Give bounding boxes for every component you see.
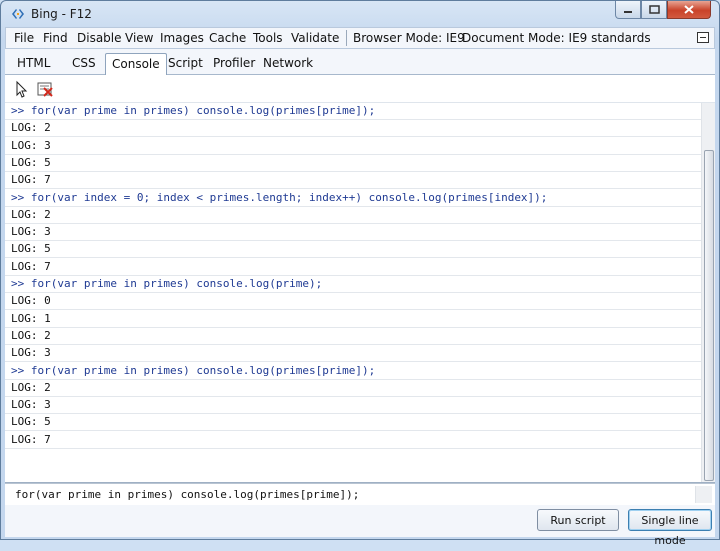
menu-file[interactable]: File — [14, 31, 34, 45]
console-log-line: LOG: 3 — [5, 138, 701, 155]
menu-browser-mode[interactable]: Browser Mode: IE9 — [353, 31, 465, 45]
console-log-line: LOG: 2 — [5, 380, 701, 397]
console-actions: Run script Single line mode — [5, 505, 715, 547]
run-script-button[interactable]: Run script — [537, 509, 619, 531]
console-output: LOG: 7 LOG: 5 LOG: 3 LOG: 2 >> for(var prime… — [5, 103, 715, 483]
console-log-line: LOG: 5 — [5, 241, 701, 259]
tab-script[interactable]: Script — [162, 53, 209, 74]
menu-separator — [346, 30, 347, 46]
console-command-line: >> for(var prime in primes) console.log(… — [5, 363, 701, 380]
console-input-area — [5, 483, 715, 505]
close-icon — [684, 5, 694, 14]
tab-html[interactable]: HTML — [11, 53, 56, 74]
scrollbar-thumb[interactable] — [704, 150, 714, 481]
ie-f12-icon — [12, 9, 24, 19]
console-command-line: >> for(var index = 0; index < primes.len… — [5, 190, 701, 207]
console-log-line: LOG: 2 — [5, 120, 701, 138]
maximize-button[interactable] — [641, 1, 667, 19]
console-command-line: >> for(var prime in primes) console.log(… — [5, 103, 701, 120]
console-log-line: LOG: 3 — [5, 345, 701, 363]
console-input[interactable] — [9, 486, 703, 503]
console-log-line: LOG: 7 — [5, 432, 701, 449]
menu-view[interactable]: View — [125, 31, 153, 45]
input-scrollbar[interactable] — [695, 486, 712, 503]
menu-validate[interactable]: Validate — [291, 31, 339, 45]
menu-find[interactable]: Find — [43, 31, 68, 45]
console-log-line: LOG: 7 — [5, 172, 701, 190]
minimize-icon — [624, 10, 632, 13]
collapse-menu-icon[interactable] — [697, 32, 709, 43]
tab-console[interactable]: Console — [105, 53, 167, 75]
console-log-line: LOG: 0 — [5, 293, 701, 311]
console-log-line: LOG: 2 — [5, 207, 701, 224]
title-bar[interactable]: Bing - F12 — [1, 1, 719, 27]
close-button[interactable] — [667, 1, 711, 19]
console-toolbar — [5, 75, 715, 103]
console-log-line: LOG: 2 — [5, 328, 701, 345]
tab-bar: HTML CSS Console Script Profiler Network — [5, 49, 715, 75]
console-log-line: LOG: 3 — [5, 224, 701, 242]
console-log-line: LOG: 7 — [5, 259, 701, 276]
window-title: Bing - F12 — [31, 7, 92, 21]
console-scrollbar[interactable] — [701, 103, 715, 482]
console-log-line: LOG: 1 — [5, 311, 701, 328]
single-line-mode-button[interactable]: Single line mode — [628, 509, 712, 547]
menu-document-mode[interactable]: Document Mode: IE9 standards — [462, 31, 651, 45]
maximize-icon — [648, 5, 660, 14]
console-log-line: LOG: 3 — [5, 397, 701, 415]
devtools-window: Bing - F12 File Find Disable View Images… — [0, 0, 720, 547]
menu-images[interactable]: Images — [160, 31, 204, 45]
menu-cache[interactable]: Cache — [209, 31, 246, 45]
menu-tools[interactable]: Tools — [253, 31, 283, 45]
menu-bar: File Find Disable View Images Cache Tool… — [5, 27, 715, 49]
console-command-line: >> for(var prime in primes) console.log(… — [5, 276, 701, 293]
console-log-line: LOG: 5 — [5, 155, 701, 172]
minimize-button[interactable] — [615, 1, 641, 19]
tab-css[interactable]: CSS — [66, 53, 102, 74]
tab-network[interactable]: Network — [257, 53, 319, 74]
clear-console-icon[interactable] — [36, 80, 54, 98]
select-element-icon[interactable] — [13, 80, 31, 98]
menu-disable[interactable]: Disable — [77, 31, 122, 45]
tab-profiler[interactable]: Profiler — [207, 53, 261, 74]
console-log-line: LOG: 5 — [5, 414, 701, 432]
